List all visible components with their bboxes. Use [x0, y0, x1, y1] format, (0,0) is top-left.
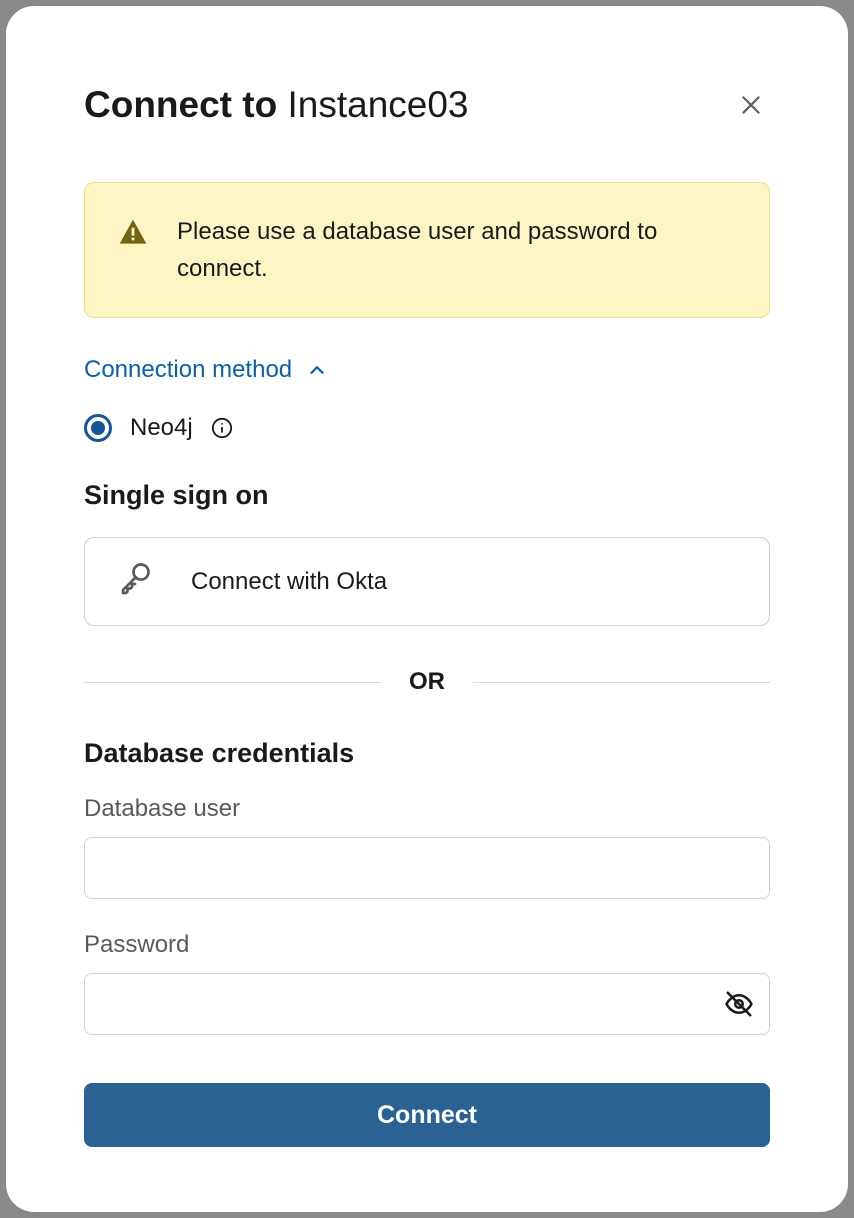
password-field-wrap — [84, 973, 770, 1035]
connection-method-toggle[interactable]: Connection method — [84, 356, 770, 384]
alert-message: Please use a database user and password … — [177, 213, 737, 287]
radio-label-neo4j: Neo4j — [130, 414, 193, 442]
divider: OR — [84, 668, 770, 696]
title-instance: Instance03 — [287, 84, 468, 125]
modal-header: Connect to Instance03 — [84, 84, 770, 126]
title-prefix: Connect to — [84, 84, 287, 125]
divider-line-right — [473, 682, 770, 683]
credentials-heading: Database credentials — [84, 738, 770, 769]
connection-method-label: Connection method — [84, 356, 292, 384]
sso-heading: Single sign on — [84, 480, 770, 511]
key-icon — [117, 560, 153, 603]
radio-selected-dot — [91, 421, 105, 435]
divider-text: OR — [409, 668, 445, 696]
password-label: Password — [84, 931, 770, 959]
modal-title: Connect to Instance03 — [84, 84, 469, 126]
connect-button[interactable]: Connect — [84, 1083, 770, 1147]
chevron-up-icon — [306, 359, 328, 381]
connection-method-option-neo4j[interactable]: Neo4j — [84, 414, 770, 442]
close-button[interactable] — [732, 86, 770, 124]
database-user-label: Database user — [84, 795, 770, 823]
eye-off-icon — [724, 989, 754, 1019]
radio-button[interactable] — [84, 414, 112, 442]
warning-icon — [117, 217, 149, 254]
close-icon — [738, 92, 764, 118]
connect-button-label: Connect — [377, 1101, 477, 1129]
toggle-password-visibility-button[interactable] — [724, 989, 754, 1019]
connect-modal: Connect to Instance03 Please use a datab… — [6, 6, 848, 1212]
connect-with-okta-button[interactable]: Connect with Okta — [84, 537, 770, 626]
divider-line-left — [84, 682, 381, 683]
database-user-input[interactable] — [84, 837, 770, 899]
info-icon[interactable] — [211, 417, 233, 439]
warning-alert: Please use a database user and password … — [84, 182, 770, 318]
password-input[interactable] — [84, 973, 770, 1035]
sso-button-label: Connect with Okta — [191, 568, 387, 596]
